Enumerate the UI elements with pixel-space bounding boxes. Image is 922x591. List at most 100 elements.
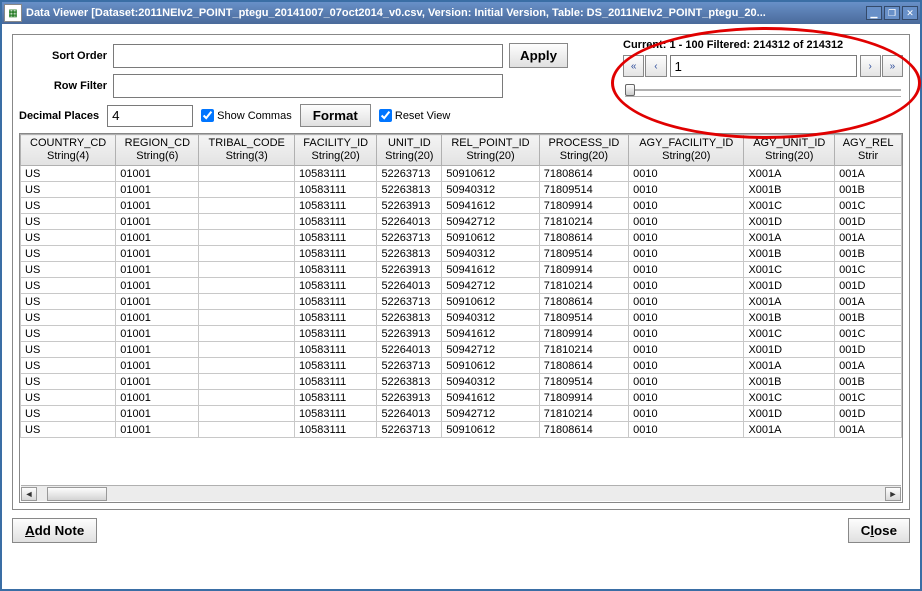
- column-header[interactable]: AGY_UNIT_IDString(20): [744, 135, 835, 166]
- table-cell[interactable]: 01001: [116, 422, 199, 438]
- table-cell[interactable]: 001A: [835, 230, 902, 246]
- table-cell[interactable]: 52263813: [377, 182, 442, 198]
- table-cell[interactable]: 001D: [835, 214, 902, 230]
- column-header[interactable]: COUNTRY_CDString(4): [21, 135, 116, 166]
- table-cell[interactable]: 001A: [835, 422, 902, 438]
- table-cell[interactable]: 0010: [629, 246, 744, 262]
- table-cell[interactable]: X001B: [744, 310, 835, 326]
- table-cell[interactable]: 52263713: [377, 230, 442, 246]
- column-header[interactable]: FACILITY_IDString(20): [294, 135, 377, 166]
- table-cell[interactable]: 01001: [116, 406, 199, 422]
- table-cell[interactable]: X001B: [744, 374, 835, 390]
- table-cell[interactable]: 10583111: [294, 278, 377, 294]
- table-cell[interactable]: 001A: [835, 358, 902, 374]
- table-cell[interactable]: 10583111: [294, 358, 377, 374]
- table-cell[interactable]: 50910612: [442, 230, 540, 246]
- table-cell[interactable]: 71809914: [539, 198, 628, 214]
- table-cell[interactable]: [199, 406, 295, 422]
- close-icon[interactable]: ✕: [902, 6, 918, 20]
- table-cell[interactable]: 52263713: [377, 166, 442, 182]
- table-cell[interactable]: 001D: [835, 406, 902, 422]
- table-row[interactable]: US01001105831115226381350940312718095140…: [21, 374, 902, 390]
- table-row[interactable]: US01001105831115226401350942712718102140…: [21, 406, 902, 422]
- table-cell[interactable]: 001D: [835, 278, 902, 294]
- table-cell[interactable]: 0010: [629, 198, 744, 214]
- table-cell[interactable]: 10583111: [294, 406, 377, 422]
- next-page-button[interactable]: ›: [860, 55, 881, 77]
- table-row[interactable]: US01001105831115226391350941612718099140…: [21, 326, 902, 342]
- table-cell[interactable]: 52263713: [377, 294, 442, 310]
- table-cell[interactable]: 52263713: [377, 358, 442, 374]
- table-cell[interactable]: US: [21, 390, 116, 406]
- table-cell[interactable]: 52264013: [377, 342, 442, 358]
- page-slider[interactable]: [625, 83, 901, 97]
- table-cell[interactable]: 001B: [835, 310, 902, 326]
- table-cell[interactable]: X001D: [744, 278, 835, 294]
- table-cell[interactable]: 01001: [116, 342, 199, 358]
- table-cell[interactable]: 71809914: [539, 326, 628, 342]
- add-note-button[interactable]: Add Note: [12, 518, 97, 543]
- table-cell[interactable]: 001C: [835, 198, 902, 214]
- scroll-track[interactable]: [37, 487, 885, 501]
- table-cell[interactable]: 50940312: [442, 182, 540, 198]
- table-row[interactable]: US01001105831115226391350941612718099140…: [21, 262, 902, 278]
- scroll-left-arrow[interactable]: ◄: [21, 487, 37, 501]
- table-cell[interactable]: 01001: [116, 358, 199, 374]
- table-cell[interactable]: [199, 294, 295, 310]
- table-cell[interactable]: X001C: [744, 262, 835, 278]
- reset-view-input[interactable]: [379, 109, 392, 122]
- table-row[interactable]: US01001105831115226371350910612718086140…: [21, 230, 902, 246]
- table-row[interactable]: US01001105831115226371350910612718086140…: [21, 358, 902, 374]
- table-cell[interactable]: 10583111: [294, 294, 377, 310]
- table-cell[interactable]: X001C: [744, 198, 835, 214]
- table-cell[interactable]: 10583111: [294, 262, 377, 278]
- table-cell[interactable]: 01001: [116, 182, 199, 198]
- table-cell[interactable]: 001B: [835, 182, 902, 198]
- close-button[interactable]: Close: [848, 518, 910, 543]
- table-cell[interactable]: 01001: [116, 390, 199, 406]
- table-cell[interactable]: 10583111: [294, 326, 377, 342]
- table-cell[interactable]: 10583111: [294, 246, 377, 262]
- table-cell[interactable]: 50910612: [442, 422, 540, 438]
- table-cell[interactable]: 71809914: [539, 390, 628, 406]
- table-cell[interactable]: 0010: [629, 182, 744, 198]
- decimal-places-input[interactable]: [107, 105, 193, 127]
- row-filter-input[interactable]: [113, 74, 503, 98]
- table-cell[interactable]: [199, 230, 295, 246]
- table-cell[interactable]: US: [21, 182, 116, 198]
- scroll-thumb[interactable]: [47, 487, 107, 501]
- table-cell[interactable]: 0010: [629, 278, 744, 294]
- column-header[interactable]: REGION_CDString(6): [116, 135, 199, 166]
- table-cell[interactable]: [199, 182, 295, 198]
- table-cell[interactable]: [199, 358, 295, 374]
- table-cell[interactable]: 52263713: [377, 422, 442, 438]
- table-row[interactable]: US01001105831115226401350942712718102140…: [21, 278, 902, 294]
- table-cell[interactable]: 50941612: [442, 326, 540, 342]
- table-cell[interactable]: X001A: [744, 166, 835, 182]
- table-cell[interactable]: X001D: [744, 406, 835, 422]
- table-cell[interactable]: 0010: [629, 214, 744, 230]
- table-cell[interactable]: 50910612: [442, 166, 540, 182]
- table-cell[interactable]: US: [21, 406, 116, 422]
- table-cell[interactable]: 01001: [116, 246, 199, 262]
- table-cell[interactable]: 71808614: [539, 358, 628, 374]
- table-cell[interactable]: 01001: [116, 294, 199, 310]
- last-page-button[interactable]: »: [882, 55, 903, 77]
- table-cell[interactable]: 52264013: [377, 406, 442, 422]
- table-cell[interactable]: 52264013: [377, 278, 442, 294]
- table-cell[interactable]: 01001: [116, 166, 199, 182]
- table-cell[interactable]: US: [21, 230, 116, 246]
- table-cell[interactable]: X001A: [744, 230, 835, 246]
- table-cell[interactable]: [199, 198, 295, 214]
- table-cell[interactable]: 10583111: [294, 214, 377, 230]
- format-button[interactable]: Format: [300, 104, 371, 127]
- table-cell[interactable]: 10583111: [294, 198, 377, 214]
- table-cell[interactable]: X001D: [744, 214, 835, 230]
- table-cell[interactable]: X001C: [744, 326, 835, 342]
- table-cell[interactable]: US: [21, 326, 116, 342]
- table-cell[interactable]: X001B: [744, 246, 835, 262]
- table-cell[interactable]: 0010: [629, 326, 744, 342]
- table-cell[interactable]: [199, 390, 295, 406]
- table-cell[interactable]: 71808614: [539, 230, 628, 246]
- table-cell[interactable]: US: [21, 198, 116, 214]
